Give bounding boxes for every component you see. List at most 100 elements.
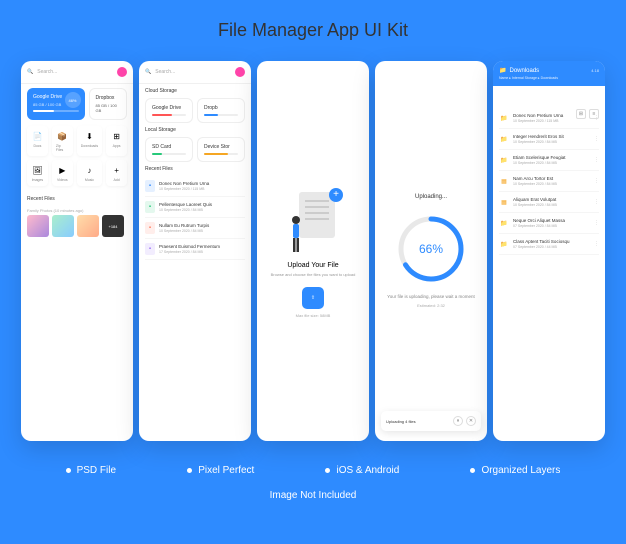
file-meta: 07 September 2020 / 44 MB bbox=[513, 245, 590, 249]
category-images[interactable]: 🖼Images bbox=[27, 160, 48, 186]
thumb-1[interactable] bbox=[27, 215, 49, 237]
category-music[interactable]: ♪Music bbox=[77, 160, 102, 186]
more-icon[interactable]: ⋮ bbox=[594, 178, 599, 184]
file-type-icon: ▪ bbox=[145, 201, 155, 213]
category-label: Images bbox=[32, 178, 43, 182]
more-icon[interactable]: ⋮ bbox=[594, 199, 599, 205]
recent-title: Recent Files bbox=[139, 162, 251, 176]
file-meta: 10 September 2020 / 84 MB bbox=[159, 229, 245, 233]
drive-card[interactable]: Google Drive bbox=[145, 98, 193, 123]
category-apps[interactable]: ⊞Apps bbox=[106, 126, 127, 156]
file-item[interactable]: ▦Aliquam Erat Volutpat10 September 2020 … bbox=[499, 192, 599, 213]
add-fab[interactable]: + bbox=[329, 188, 343, 202]
grid-view-button[interactable]: ⊞ bbox=[576, 109, 586, 119]
upload-bar: Uploading 4 files ⏸ ✕ bbox=[381, 411, 481, 431]
category-videos[interactable]: ▶Videos bbox=[52, 160, 73, 186]
file-meta: 10 September 2020 / 115 MB bbox=[513, 119, 590, 123]
upload-title: Upload Your File bbox=[287, 262, 338, 269]
category-icon: ⬇ bbox=[83, 130, 95, 142]
person-illustration bbox=[287, 214, 305, 254]
category-zip-files[interactable]: 📦 Zip Files bbox=[52, 126, 73, 156]
dropbox-card[interactable]: Dropbox 85 GB / 100 GB bbox=[89, 88, 128, 120]
category-grid: 📄Docs 📦 Zip Files ⬇Downloads⊞Apps 🖼Images▶Vi… bbox=[21, 120, 133, 192]
file-meta: 07 September 2020 / 84 MB bbox=[513, 224, 590, 228]
device-card[interactable]: Device Stor bbox=[197, 137, 245, 162]
file-meta: 17 September 2020 / 84 MB bbox=[159, 250, 245, 254]
thumb-more[interactable]: +184 bbox=[102, 215, 124, 237]
search-input[interactable]: Search... bbox=[155, 69, 231, 75]
category-icon: + bbox=[111, 164, 123, 176]
pause-button[interactable]: ⏸ bbox=[453, 416, 463, 426]
view-controls: ⊞ ≡ bbox=[576, 109, 599, 119]
uploading-title: Uploading... bbox=[415, 194, 447, 200]
file-item[interactable]: ▪ Praesent Euismod Fermentum17 September … bbox=[145, 239, 245, 260]
file-name: Class Aptent Taciti Sociosqu bbox=[513, 239, 590, 244]
file-item[interactable]: ▦Nam Arcu Tortor Est10 September 2020 / … bbox=[499, 171, 599, 192]
footer-item: Organized Layers bbox=[470, 465, 560, 476]
cancel-button[interactable]: ✕ bbox=[466, 416, 476, 426]
file-item[interactable]: 📁Neque Orci Aliquet Massa07 September 20… bbox=[499, 213, 599, 234]
category-icon: ▶ bbox=[56, 164, 68, 176]
category-docs[interactable]: 📄Docs bbox=[27, 126, 48, 156]
file-meta: 10 September 2020 / 84 MB bbox=[513, 140, 590, 144]
file-type-icon: ▪ bbox=[145, 243, 155, 255]
recent-title: Recent Files bbox=[21, 192, 133, 206]
file-list: 📁Donec Non Pretium Urna10 September 2020… bbox=[493, 108, 605, 255]
file-meta: 10 September 2020 / 84 MB bbox=[513, 161, 590, 165]
file-type-icon: ▪ bbox=[145, 222, 155, 234]
more-icon[interactable]: ⋮ bbox=[594, 241, 599, 247]
search-input[interactable]: Search... bbox=[37, 69, 113, 75]
search-icon: 🔍 bbox=[145, 69, 151, 75]
screen-downloads: 📁Downloads4.18 Name ▸ Internal Storage ▸… bbox=[493, 61, 605, 441]
category-label: Zip Files bbox=[56, 144, 69, 152]
progress-percent: 66% bbox=[419, 242, 443, 256]
more-icon[interactable]: ⋮ bbox=[594, 136, 599, 142]
disclaimer: Image Not Included bbox=[270, 490, 357, 501]
sd-card[interactable]: SD Card bbox=[145, 137, 193, 162]
screens-row: 🔍 Search... Google Drive 85 GB / 100 GB … bbox=[21, 61, 605, 441]
footer-item: PSD File bbox=[66, 465, 116, 476]
more-icon[interactable]: ⋮ bbox=[594, 220, 599, 226]
file-item[interactable]: ▪Pellentesque Laoreet Quis10 September 2… bbox=[145, 197, 245, 218]
file-item[interactable]: 📁Class Aptent Taciti Sociosqu07 Septembe… bbox=[499, 234, 599, 255]
file-item[interactable]: ▪Nullam Eu Rutrum Turpis10 September 202… bbox=[145, 218, 245, 239]
list-view-button[interactable]: ≡ bbox=[589, 109, 599, 119]
file-item[interactable]: ▪Donec Non Pretium Urna10 September 2020… bbox=[145, 176, 245, 197]
drive-percent: 46% bbox=[65, 92, 81, 108]
thumb-3[interactable] bbox=[77, 215, 99, 237]
file-type-icon: ▪ bbox=[145, 180, 155, 192]
file-meta: 10 September 2020 / 84 MB bbox=[513, 203, 590, 207]
bullet-icon bbox=[187, 468, 192, 473]
category-icon: 📦 bbox=[56, 130, 68, 142]
thumb-2[interactable] bbox=[52, 215, 74, 237]
more-icon[interactable]: ⋮ bbox=[594, 157, 599, 163]
upload-note: Max file size: 58MB bbox=[296, 313, 331, 318]
file-name: Neque Orci Aliquet Massa bbox=[513, 218, 590, 223]
upload-sub: Browse and choose the files you want to … bbox=[271, 272, 356, 278]
category-downloads[interactable]: ⬇Downloads bbox=[77, 126, 102, 156]
category-label: Docs bbox=[33, 144, 41, 148]
file-list: ▪Donec Non Pretium Urna10 September 2020… bbox=[139, 176, 251, 260]
footer-text: PSD File bbox=[77, 465, 116, 476]
file-name: Integer Hendrerit Eros Sit bbox=[513, 134, 590, 139]
recent-subtime: Family Photos (10 minutes ago) bbox=[21, 206, 133, 215]
avatar[interactable] bbox=[117, 67, 127, 77]
file-name: Pellentesque Laoreet Quis bbox=[159, 202, 245, 207]
upload-button[interactable]: ⇧ bbox=[302, 287, 324, 309]
avatar[interactable] bbox=[235, 67, 245, 77]
file-meta: 10 September 2020 / 84 MB bbox=[513, 182, 590, 186]
category-add[interactable]: + Add bbox=[106, 160, 127, 186]
t: Device Stor bbox=[204, 144, 238, 150]
file-item[interactable]: 📁Integer Hendrerit Eros Sit10 September … bbox=[499, 129, 599, 150]
google-drive-card[interactable]: Google Drive 85 GB / 100 GB 46% bbox=[27, 88, 85, 120]
t: Google Drive bbox=[152, 105, 186, 111]
dropbox-card[interactable]: Dropb bbox=[197, 98, 245, 123]
category-label: Add bbox=[113, 178, 119, 182]
count: 4.18 bbox=[591, 68, 599, 73]
file-name: Praesent Euismod Fermentum bbox=[159, 244, 245, 249]
breadcrumb[interactable]: Name ▸ Internal Storage ▸ Downloads bbox=[499, 76, 599, 80]
file-item[interactable]: 📁Etiam Scelerisque Feugiat10 September 2… bbox=[499, 150, 599, 171]
file-name: Aliquam Erat Volutpat bbox=[513, 197, 590, 202]
thumbnails: +184 bbox=[21, 215, 133, 237]
bullet-icon bbox=[470, 468, 475, 473]
